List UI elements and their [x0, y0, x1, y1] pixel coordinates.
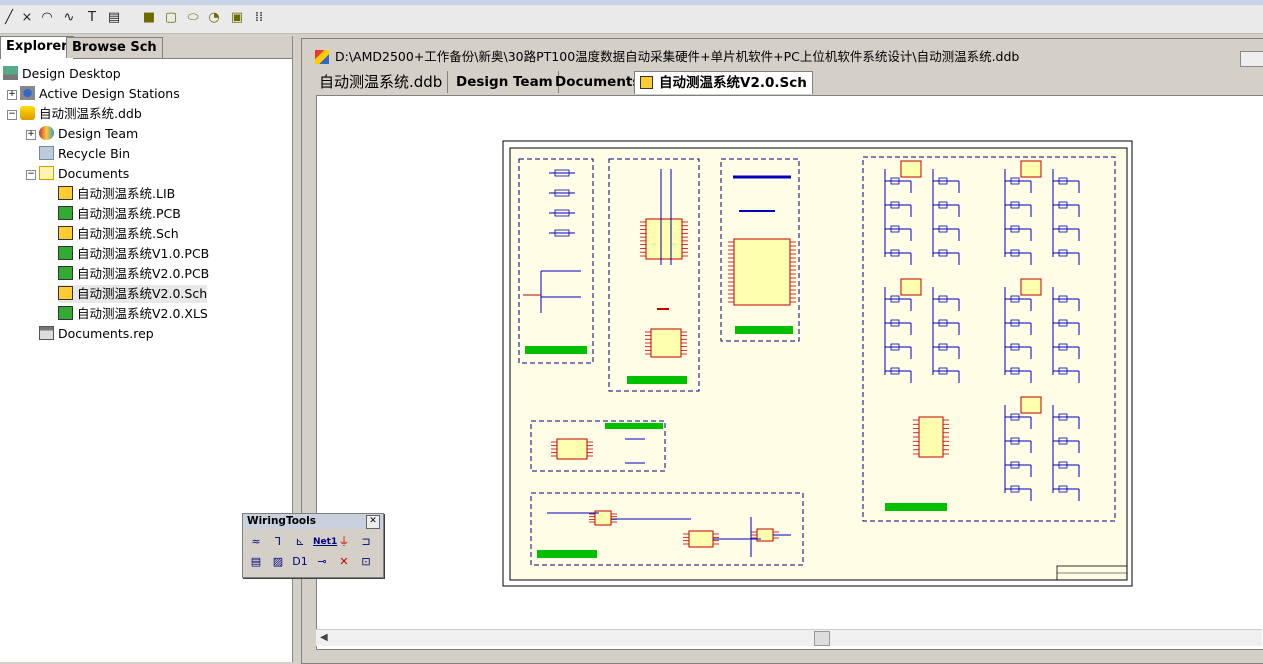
- desktop-icon: [3, 66, 18, 80]
- net-label-icon[interactable]: Net1: [313, 534, 337, 550]
- tree-item-sch[interactable]: 自动测温系统.Sch: [58, 225, 179, 243]
- database-icon: [20, 106, 35, 120]
- tree-item-v1-pcb[interactable]: 自动测温系统V1.0.PCB: [58, 245, 209, 263]
- tab-design-team[interactable]: Design Team: [451, 71, 559, 93]
- wiring-tools-title: WiringTools: [243, 514, 383, 529]
- schematic-rect-11: [627, 376, 687, 384]
- line-icon[interactable]: ╱: [0, 9, 18, 27]
- scrollbar-thumb[interactable]: [814, 631, 830, 646]
- tree-item-pcb[interactable]: 自动测温系统.PCB: [58, 205, 181, 223]
- tree-item-lib[interactable]: 自动测温系统.LIB: [58, 185, 175, 203]
- sch-file-icon: [58, 226, 73, 240]
- schematic-rect-124: [688, 530, 714, 548]
- ddb-app-icon: [315, 50, 329, 64]
- tree-item-recycle-bin[interactable]: Recycle Bin: [39, 145, 130, 163]
- schematic-rect-16: [645, 218, 683, 260]
- pie-icon[interactable]: ◔: [205, 9, 223, 27]
- schematic-canvas[interactable]: [316, 95, 1263, 650]
- tree-item-ddb[interactable]: 自动测温系统.ddb: [20, 105, 142, 123]
- collapse-documents-toggle[interactable]: −: [26, 170, 36, 180]
- text-icon[interactable]: T: [83, 9, 101, 27]
- bezier-icon[interactable]: ∿: [60, 9, 78, 27]
- schematic-rect-250: [1020, 396, 1042, 414]
- schematic-sheet[interactable]: [317, 96, 1263, 630]
- pcb-file-icon: [58, 206, 73, 220]
- tab-browse-sch[interactable]: Browse Sch: [66, 37, 163, 58]
- team-icon: [39, 126, 54, 140]
- wire-icon[interactable]: ≈: [247, 534, 265, 550]
- document-window: D:\AMD2500+工作备份\新奥\30路PT100温度数据自动采集硬件+单片…: [301, 38, 1263, 664]
- expand-team-toggle[interactable]: +: [26, 130, 36, 140]
- schematic-rect-10: [525, 346, 587, 354]
- scroll-left-arrow-icon[interactable]: ◀: [320, 630, 328, 646]
- lib-file-icon: [58, 186, 73, 200]
- close-icon[interactable]: ✕: [366, 515, 380, 529]
- graphic-icon[interactable]: ▣: [228, 9, 246, 27]
- report-icon: [39, 326, 54, 340]
- tree-item-design-team[interactable]: Design Team: [39, 125, 138, 143]
- schematic-rect-169: [1020, 160, 1042, 178]
- schematic-rect-70: [650, 328, 682, 358]
- text-frame-icon[interactable]: ▤: [105, 9, 123, 27]
- explorer-tab-bar: Explorer Browse Sch: [0, 36, 292, 59]
- arc-icon[interactable]: ⨯: [18, 9, 36, 27]
- ellipse-arc-icon[interactable]: ◠: [38, 9, 56, 27]
- minimize-button[interactable]: [1240, 51, 1263, 67]
- schematic-rect-96: [918, 416, 944, 458]
- schematic-doc-icon: [640, 76, 653, 89]
- schematic-rect-37: [733, 238, 791, 306]
- wiring-tools-palette: WiringTools ✕ ≈ ⅂ ⊾ Net1 ⏚ ⊐ ▤ ▨ D1 ⊸ ✕ ⊡: [242, 513, 384, 578]
- junction-icon[interactable]: ⊸: [313, 554, 331, 570]
- tree-item-design-desktop[interactable]: Design Desktop: [3, 65, 121, 83]
- bus-entry-icon[interactable]: ⊾: [291, 534, 309, 550]
- part-icon[interactable]: D1: [291, 554, 309, 570]
- rectangle-icon[interactable]: ■: [140, 9, 158, 27]
- port-icon[interactable]: ⊐: [357, 534, 375, 550]
- schematic-rect-15: [605, 423, 663, 429]
- tree-item-v2-sch[interactable]: 自动测温系统V2.0.Sch: [58, 285, 208, 303]
- schematic-rect-12: [735, 326, 793, 334]
- v1-pcb-file-icon: [58, 246, 73, 260]
- array-icon[interactable]: ⁞⁞: [250, 9, 268, 27]
- tab-documents[interactable]: Documents: [550, 71, 647, 93]
- horizontal-scrollbar[interactable]: ◀: [316, 629, 1262, 646]
- schematic-rect-223: [1020, 278, 1042, 296]
- v2-xls-file-icon: [58, 306, 73, 320]
- v2-sch-file-icon: [58, 286, 73, 300]
- no-erc-icon[interactable]: ✕: [335, 554, 353, 570]
- tree-item-documents-rep[interactable]: Documents.rep: [39, 325, 154, 343]
- sheet-entry-icon[interactable]: ▨: [269, 554, 287, 570]
- ellipse-icon[interactable]: ⬭: [184, 9, 202, 27]
- schematic-rect-14: [537, 550, 597, 558]
- schematic-rect-196: [900, 278, 922, 296]
- collapse-ddb-toggle[interactable]: −: [7, 110, 17, 120]
- tree-item-active-stations[interactable]: Active Design Stations: [20, 85, 180, 103]
- v2-pcb-file-icon: [58, 266, 73, 280]
- folder-icon: [39, 166, 54, 180]
- rounded-rectangle-icon[interactable]: ▢: [162, 9, 180, 27]
- tree-item-v2-xls[interactable]: 自动测温系统V2.0.XLS: [58, 305, 208, 323]
- document-path: D:\AMD2500+工作备份\新奥\30路PT100温度数据自动采集硬件+单片…: [335, 49, 1020, 64]
- bus-icon[interactable]: ⅂: [269, 534, 287, 550]
- tab-explorer[interactable]: Explorer: [0, 36, 74, 59]
- document-tab-bar: 自动测温系统.ddb Design Team Documents 自动测温系统V…: [314, 71, 1262, 94]
- document-title-bar: D:\AMD2500+工作备份\新奥\30路PT100温度数据自动采集硬件+单片…: [302, 47, 1263, 67]
- schematic-rect-142: [900, 160, 922, 178]
- tab-ddb[interactable]: 自动测温系统.ddb: [314, 71, 449, 93]
- directive-icon[interactable]: ⊡: [357, 554, 375, 570]
- tree-item-documents[interactable]: Documents: [39, 165, 129, 183]
- drawing-toolbar: ╱ ⨯ ◠ ∿ T ▤ ■ ▢ ⬭ ◔ ▣ ⁞⁞: [0, 5, 1263, 34]
- recycle-bin-icon: [39, 146, 54, 160]
- sheet-symbol-icon[interactable]: ▤: [247, 554, 265, 570]
- power-port-icon[interactable]: ⏚: [335, 534, 353, 550]
- schematic-rect-13: [885, 503, 947, 511]
- tab-schematic-v2[interactable]: 自动测温系统V2.0.Sch: [634, 71, 813, 94]
- schematic-rect-85: [556, 438, 588, 460]
- expand-stations-toggle[interactable]: +: [7, 90, 17, 100]
- tree-item-v2-pcb[interactable]: 自动测温系统V2.0.PCB: [58, 265, 209, 283]
- stations-icon: [20, 86, 35, 100]
